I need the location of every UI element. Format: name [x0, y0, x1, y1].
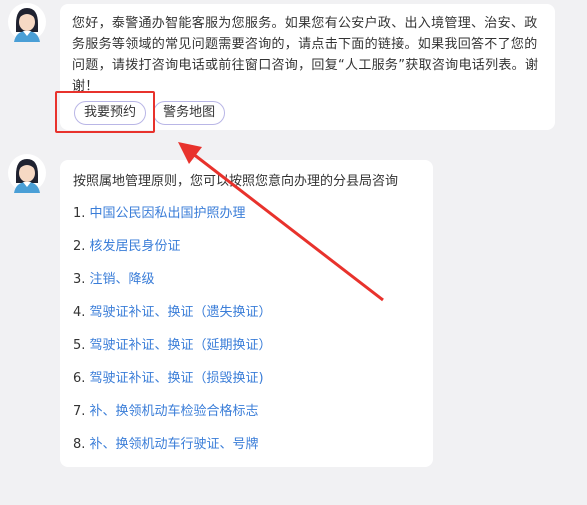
- list-item: 6. 驾驶证补证、换证（损毁换证): [73, 369, 420, 402]
- item-number: 4.: [73, 305, 86, 320]
- response-intro: 按照属地管理原则，您可以按照您意向办理的分县局咨询: [73, 174, 399, 189]
- item-number: 7.: [73, 404, 86, 419]
- item-number: 2.: [73, 239, 86, 254]
- item-number: 5.: [73, 338, 86, 353]
- list-item: 4. 驾驶证补证、换证（遗失换证）: [73, 303, 420, 336]
- service-link-list: 1. 中国公民因私出国护照办理 2. 核发居民身份证 3. 注销、降级 4. 驾…: [73, 204, 420, 468]
- service-link[interactable]: 补、换领机动车检验合格标志: [90, 404, 259, 419]
- list-item: 3. 注销、降级: [73, 270, 420, 303]
- annotation-highlight-box: [55, 91, 155, 133]
- service-link[interactable]: 中国公民因私出国护照办理: [90, 206, 246, 221]
- item-number: 3.: [73, 272, 86, 287]
- service-link[interactable]: 补、换领机动车行驶证、号牌: [90, 437, 259, 452]
- service-link[interactable]: 核发居民身份证: [90, 239, 181, 254]
- agent-avatar-icon: [8, 153, 46, 193]
- police-map-button[interactable]: 警务地图: [153, 101, 226, 125]
- list-item: 8. 补、换领机动车行驶证、号牌: [73, 435, 420, 468]
- service-link[interactable]: 驾驶证补证、换证（损毁换证): [90, 371, 264, 386]
- item-number: 1.: [73, 206, 86, 221]
- agent-avatar-icon: [8, 2, 46, 42]
- list-item: 1. 中国公民因私出国护照办理: [73, 204, 420, 237]
- service-link[interactable]: 注销、降级: [90, 272, 155, 287]
- service-link[interactable]: 驾驶证补证、换证（延期换证）: [90, 338, 272, 353]
- item-number: 6.: [73, 371, 86, 386]
- list-item: 7. 补、换领机动车检验合格标志: [73, 402, 420, 435]
- greeting-text: 您好，泰警通办智能客服为您服务。如果您有公安户政、出入境管理、治安、政务服务等领…: [72, 16, 539, 94]
- list-item: 5. 驾驶证补证、换证（延期换证）: [73, 336, 420, 369]
- service-link[interactable]: 驾驶证补证、换证（遗失换证）: [90, 305, 272, 320]
- list-item: 2. 核发居民身份证: [73, 237, 420, 270]
- item-number: 8.: [73, 437, 86, 452]
- response-bubble: 按照属地管理原则，您可以按照您意向办理的分县局咨询 1. 中国公民因私出国护照办…: [60, 160, 433, 467]
